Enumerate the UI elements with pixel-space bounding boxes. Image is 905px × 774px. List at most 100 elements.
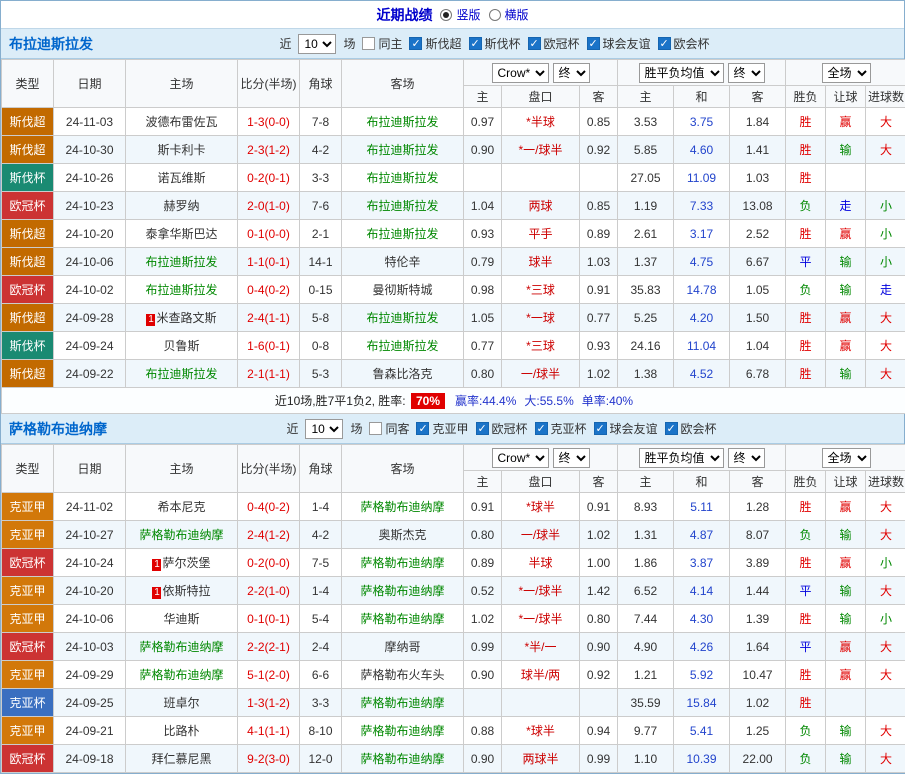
bookmaker-select[interactable]: Crow* [492,63,549,83]
avg-time-select[interactable]: 终 [728,448,765,468]
avg-type-select[interactable]: 胜平负均值 [639,63,724,83]
home-team-name: 华迪斯 [163,612,199,626]
away-team-name: 特伦辛 [384,255,420,269]
avg-home: 9.77 [618,717,674,745]
odds-away: 0.89 [580,220,618,248]
odds-time-select[interactable]: 终 [553,448,590,468]
home-team: 斯卡利卡 [126,136,238,164]
avg-home: 3.53 [618,108,674,136]
away-team: 萨格勒布迪纳摩 [342,605,464,633]
odds-away: 0.91 [580,276,618,304]
match-date: 24-10-30 [54,136,126,164]
avg-time-select[interactable]: 终 [728,63,765,83]
odds-time-select[interactable]: 终 [553,63,590,83]
odds-away: 1.00 [580,549,618,577]
home-team-name: 赫罗纳 [163,199,199,213]
scope-select[interactable]: 全场 [822,63,871,83]
handicap [502,164,580,192]
away-team-name: 曼彻斯特城 [372,283,432,297]
checkbox-checked-icon [476,422,489,435]
avg-draw: 7.33 [674,192,730,220]
avg-draw: 5.11 [674,493,730,521]
avg-away: 1.44 [730,577,786,605]
scope-select[interactable]: 全场 [822,448,871,468]
league-filter-3[interactable]: 球会友谊 [594,420,658,437]
corners: 7-6 [300,192,342,220]
result-goals: 大 [866,717,905,745]
corners: 8-10 [300,717,342,745]
match-row: 欧冠杯24-09-18拜仁慕尼黑9-2(3-0)12-0萨格勒布迪纳摩0.90两… [2,745,905,773]
league-filter-4[interactable]: 欧会杯 [665,420,717,437]
venue-filter[interactable]: 同主 [362,35,402,52]
result-handicap: 赢 [826,332,866,360]
home-team-name: 贝鲁斯 [163,339,199,353]
match-date: 24-09-22 [54,360,126,388]
league-filter-0[interactable]: 克亚甲 [416,420,468,437]
odds-home: 0.97 [464,108,502,136]
league-filter-2[interactable]: 克亚杯 [535,420,587,437]
avg-away: 1.02 [730,689,786,717]
sub-header: 进球数 [866,86,905,108]
league-badge: 斯伐超 [2,248,54,276]
league-filter-1[interactable]: 斯伐杯 [469,35,521,52]
avg-home: 1.10 [618,745,674,773]
away-team-name: 奥斯杰克 [378,528,426,542]
match-count-select[interactable]: 10 [298,34,336,54]
result-goals [866,164,905,192]
league-filter-3[interactable]: 球会友谊 [587,35,651,52]
venue-filter[interactable]: 同客 [369,420,409,437]
result-handicap: 输 [826,605,866,633]
view-vertical-radio[interactable]: 竖版 [440,6,480,23]
view-horizontal-radio[interactable]: 横版 [489,6,529,23]
avg-away: 1.05 [730,276,786,304]
result-handicap: 输 [826,360,866,388]
venue-filter-label: 同客 [385,420,409,437]
summary-lead: 近10场,胜7平1负2, 胜率: [275,394,409,408]
home-team: 1依斯特拉 [126,577,238,605]
league-badge: 斯伐超 [2,108,54,136]
avg-group-header: 胜平负均值终 [618,60,786,86]
sub-header: 客 [730,86,786,108]
avg-home: 35.59 [618,689,674,717]
avg-away: 1.28 [730,493,786,521]
bookmaker-select[interactable]: Crow* [492,448,549,468]
corners: 5-3 [300,360,342,388]
league-filter-4[interactable]: 欧会杯 [658,35,710,52]
home-team-name: 布拉迪斯拉发 [145,255,217,269]
score: 2-4(1-2) [238,521,300,549]
away-team-name: 布拉迪斯拉发 [366,339,438,353]
away-team-name: 萨格勒布迪纳摩 [360,752,444,766]
team-name: 萨格勒布迪纳摩 [9,419,107,439]
view-horizontal-label: 横版 [505,6,529,23]
avg-type-select[interactable]: 胜平负均值 [639,448,724,468]
home-team: 赫罗纳 [126,192,238,220]
score: 0-2(0-1) [238,164,300,192]
avg-away: 22.00 [730,745,786,773]
match-date: 24-09-21 [54,717,126,745]
score: 4-1(1-1) [238,717,300,745]
odds-home: 0.90 [464,661,502,689]
result-goals: 走 [866,276,905,304]
summary-stat: 大:55.5% [524,394,573,408]
league-filter-2[interactable]: 欧冠杯 [528,35,580,52]
col-header: 日期 [54,445,126,493]
league-filter-2-label: 欧冠杯 [544,35,580,52]
home-team: 班卓尔 [126,689,238,717]
away-team: 布拉迪斯拉发 [342,220,464,248]
result-handicap: 赢 [826,493,866,521]
red-card-icon: 1 [152,587,161,599]
home-team-name: 希本尼克 [157,500,205,514]
odds-away: 0.92 [580,661,618,689]
avg-draw: 4.52 [674,360,730,388]
league-filter-1[interactable]: 欧冠杯 [476,420,528,437]
col-header: 比分(半场) [238,445,300,493]
matches-table-1: 类型日期主场比分(半场)角球客场Crow*终胜平负均值终全场主盘口客主和客胜负让… [1,59,905,414]
avg-draw: 5.41 [674,717,730,745]
avg-home: 1.19 [618,192,674,220]
score: 1-3(0-0) [238,108,300,136]
match-row: 欧冠杯24-10-23赫罗纳2-0(1-0)7-6布拉迪斯拉发1.04两球0.8… [2,192,905,220]
match-count-select[interactable]: 10 [305,419,343,439]
result-outcome: 胜 [786,360,826,388]
odds-home: 1.05 [464,304,502,332]
league-filter-0[interactable]: 斯伐超 [409,35,461,52]
